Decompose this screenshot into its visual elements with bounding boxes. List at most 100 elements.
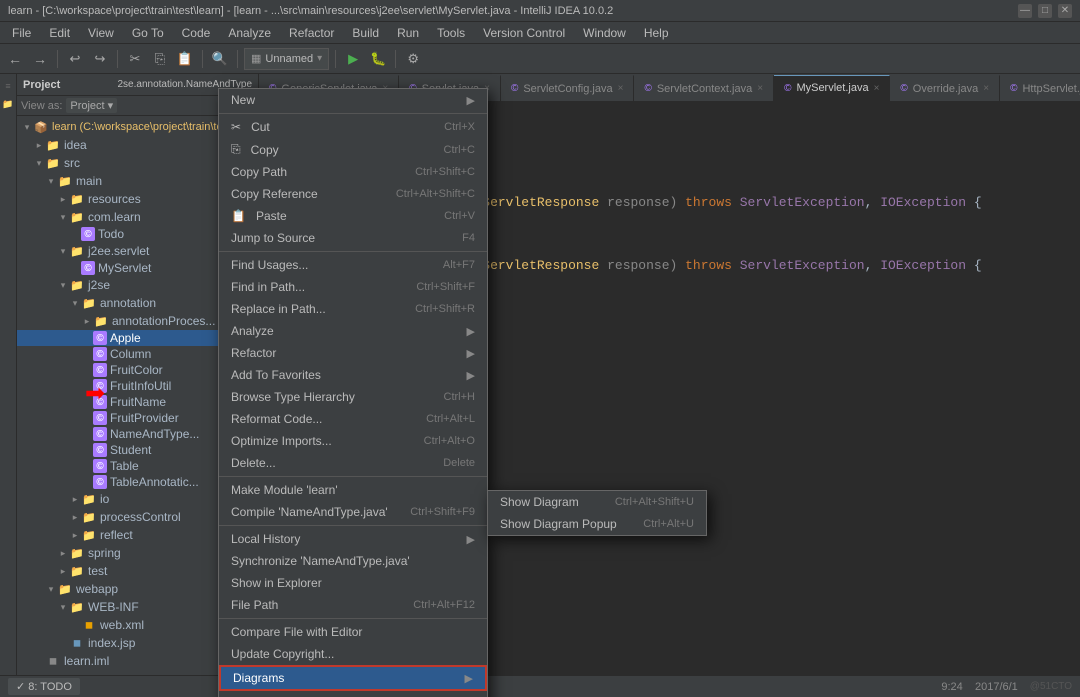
menu-file[interactable]: File [4, 24, 39, 42]
ctx-analyze-label: Analyze [231, 324, 274, 338]
tab-close-servletcontext[interactable]: × [757, 83, 763, 94]
tb-run[interactable]: ▶ [342, 48, 364, 70]
minimize-button[interactable]: — [1018, 4, 1032, 18]
tb-paste[interactable]: 📋 [174, 48, 196, 70]
ctx-copypath-shortcut: Ctrl+Shift+C [415, 166, 475, 178]
ctx-reformatcode[interactable]: Reformat Code... Ctrl+Alt+L [219, 408, 487, 430]
tab-override[interactable]: © Override.java × [890, 75, 1000, 101]
ctx-findinpath[interactable]: Find in Path... Ctrl+Shift+F [219, 276, 487, 298]
left-icon-1[interactable]: ≡ [0, 78, 16, 94]
ctx-compile[interactable]: Compile 'NameAndType.java' Ctrl+Shift+F9 [219, 501, 487, 523]
tb-combo[interactable]: ▦ Unnamed ▾ [244, 48, 329, 70]
ctx-optimizeimports[interactable]: Optimize Imports... Ctrl+Alt+O [219, 430, 487, 452]
context-menu-popup: New ▶ ✂Cut Ctrl+X ⎘Copy Ctrl+C Copy Path… [218, 88, 488, 697]
close-button[interactable]: ✕ [1058, 4, 1072, 18]
tab-servletconfig[interactable]: © ServletConfig.java × [501, 75, 635, 101]
ctx-synchronize[interactable]: Synchronize 'NameAndType.java' [219, 550, 487, 572]
ctx-replaceinpath[interactable]: Replace in Path... Ctrl+Shift+R [219, 298, 487, 320]
ctx-comparefilewith[interactable]: Compare File with Editor [219, 621, 487, 643]
tb-back[interactable]: ← [4, 48, 26, 70]
menu-analyze[interactable]: Analyze [220, 24, 279, 42]
ctx-makemodule-label: Make Module 'learn' [231, 483, 338, 497]
tb-undo[interactable]: ↩ [64, 48, 86, 70]
menubar: File Edit View Go To Code Analyze Refact… [0, 22, 1080, 44]
ctx-copypath[interactable]: Copy Path Ctrl+Shift+C [219, 161, 487, 183]
tb-settings[interactable]: ⚙ [402, 48, 424, 70]
tb-redo[interactable]: ↪ [89, 48, 111, 70]
toolbar: ← → ↩ ↪ ✂ ⎘ 📋 🔍 ▦ Unnamed ▾ ▶ 🐛 ⚙ [0, 44, 1080, 74]
ctx-showinexplorer[interactable]: Show in Explorer [219, 572, 487, 594]
titlebar-controls: — □ ✕ [1018, 4, 1072, 18]
menu-code[interactable]: Code [174, 24, 219, 42]
ctx-localhistory[interactable]: Local History ▶ [219, 528, 487, 550]
maximize-button[interactable]: □ [1038, 4, 1052, 18]
project-dropdown[interactable]: Project ▾ [66, 98, 117, 113]
ctx-copyreference[interactable]: Copy Reference Ctrl+Alt+Shift+C [219, 183, 487, 205]
submenu-showdiagrampopup[interactable]: Show Diagram Popup Ctrl+Alt+U [488, 513, 706, 535]
ctx-filepath[interactable]: File Path Ctrl+Alt+F12 [219, 594, 487, 616]
ctx-copy[interactable]: ⎘Copy Ctrl+C [219, 138, 487, 161]
submenu-showdiagrampopup-label: Show Diagram Popup [500, 517, 617, 531]
tb-debug[interactable]: 🐛 [367, 48, 389, 70]
ctx-addtofavorites[interactable]: Add To Favorites ▶ [219, 364, 487, 386]
menu-tools[interactable]: Tools [429, 24, 473, 42]
tb-search[interactable]: 🔍 [209, 48, 231, 70]
tab-close-servletconfig[interactable]: × [618, 83, 624, 94]
left-icon-2[interactable]: 📁 [0, 96, 16, 112]
bottom-tab-todo[interactable]: ✓ 8: TODO [8, 678, 80, 695]
ctx-sep2 [219, 251, 487, 252]
main-layout: ≡ 📁 Project 2se.annotation.NameAndType V… [0, 74, 1080, 675]
tab-myservlet[interactable]: © MyServlet.java × [774, 75, 890, 101]
tb-sep3 [202, 50, 203, 68]
ctx-replaceinpath-label: Replace in Path... [231, 302, 326, 316]
ctx-new[interactable]: New ▶ [219, 89, 487, 111]
ctx-filepath-shortcut: Ctrl+Alt+F12 [413, 599, 475, 611]
tab-close-override[interactable]: × [983, 83, 989, 94]
menu-edit[interactable]: Edit [41, 24, 78, 42]
tab-servletcontext[interactable]: © ServletContext.java × [634, 75, 774, 101]
tb-forward[interactable]: → [29, 48, 51, 70]
titlebar: learn - [C:\workspace\project\train\test… [0, 0, 1080, 22]
menu-refactor[interactable]: Refactor [281, 24, 342, 42]
ctx-cut[interactable]: ✂Cut Ctrl+X [219, 116, 487, 138]
ctx-sep5 [219, 618, 487, 619]
titlebar-title: learn - [C:\workspace\project\train\test… [8, 5, 1018, 17]
ctx-paste-label: Paste [256, 209, 287, 223]
tb-sep6 [395, 50, 396, 68]
ctx-delete-shortcut: Delete [443, 457, 475, 469]
menu-help[interactable]: Help [636, 24, 677, 42]
view-as-label: View as: [21, 100, 62, 112]
ctx-refactor-arrow: ▶ [467, 347, 475, 360]
tab-httpservlet[interactable]: © HttpServlet.java × [1000, 75, 1080, 101]
tb-copy[interactable]: ⎘ [149, 48, 171, 70]
ctx-updatecopyright[interactable]: Update Copyright... [219, 643, 487, 665]
ctx-findusages[interactable]: Find Usages... Alt+F7 [219, 254, 487, 276]
ctx-paste[interactable]: 📋Paste Ctrl+V [219, 205, 487, 227]
menu-window[interactable]: Window [575, 24, 634, 42]
ctx-updatecopyright-label: Update Copyright... [231, 647, 334, 661]
ctx-delete[interactable]: Delete... Delete [219, 452, 487, 474]
bottom-status: 9:24 2017/6/1 [941, 681, 1017, 693]
ctx-copyreference-shortcut: Ctrl+Alt+Shift+C [396, 188, 475, 200]
ctx-browsetypehierarchy[interactable]: Browse Type Hierarchy Ctrl+H [219, 386, 487, 408]
tb-sep4 [237, 50, 238, 68]
menu-goto[interactable]: Go To [124, 24, 172, 42]
submenu-showdiagram[interactable]: Show Diagram Ctrl+Alt+Shift+U [488, 491, 706, 513]
menu-build[interactable]: Build [344, 24, 387, 42]
menu-run[interactable]: Run [389, 24, 427, 42]
ctx-refactor-label: Refactor [231, 346, 276, 360]
ctx-synchronize-label: Synchronize 'NameAndType.java' [231, 554, 410, 568]
ctx-makemodule[interactable]: Make Module 'learn' [219, 479, 487, 501]
ctx-refactor[interactable]: Refactor ▶ [219, 342, 487, 364]
tab-close-myservlet[interactable]: × [874, 83, 880, 94]
menu-view[interactable]: View [80, 24, 122, 42]
submenu-showdiagram-label: Show Diagram [500, 495, 579, 509]
ctx-new-arrow: ▶ [467, 94, 475, 107]
menu-vcs[interactable]: Version Control [475, 24, 573, 42]
tb-sep1 [57, 50, 58, 68]
ctx-jumptosource[interactable]: Jump to Source F4 [219, 227, 487, 249]
ctx-analyze[interactable]: Analyze ▶ [219, 320, 487, 342]
tb-sep2 [117, 50, 118, 68]
ctx-compile-label: Compile 'NameAndType.java' [231, 505, 388, 519]
tb-cut[interactable]: ✂ [124, 48, 146, 70]
